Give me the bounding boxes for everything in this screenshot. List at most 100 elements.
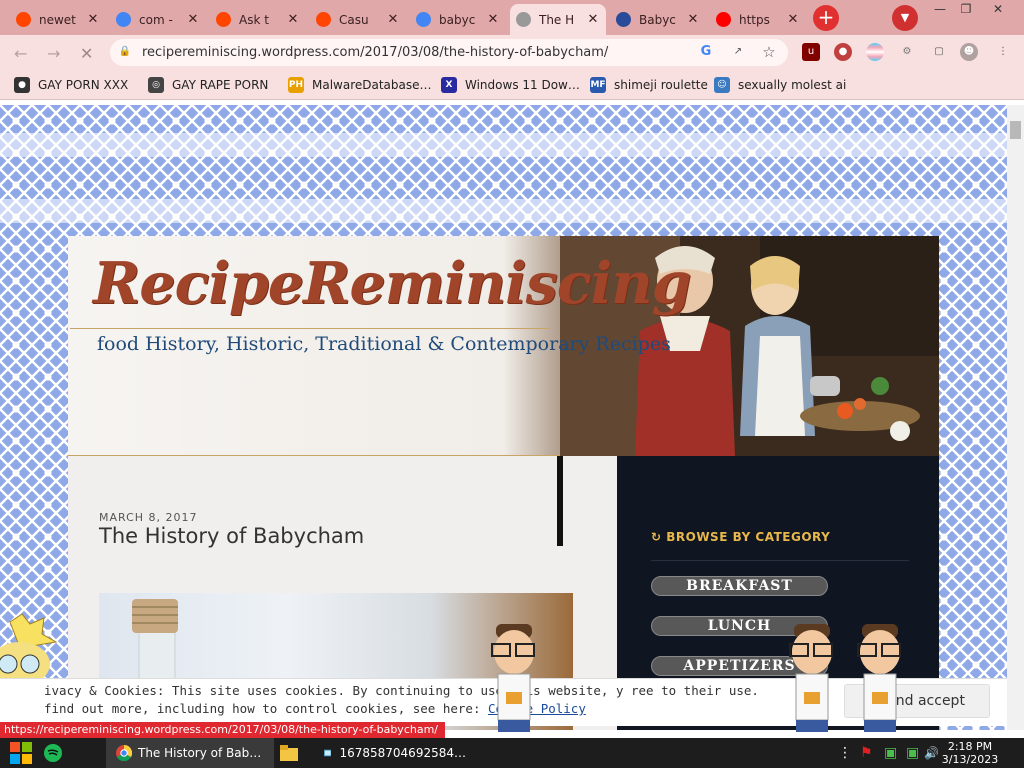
bookmark-label: Windows 11 Dow… bbox=[465, 78, 580, 92]
scrollbar[interactable] bbox=[1007, 105, 1024, 730]
header-rule bbox=[70, 328, 550, 329]
bookmark-4[interactable]: MF shimeji roulette bbox=[590, 77, 708, 93]
tray-flag-icon[interactable]: ⚑ bbox=[860, 738, 873, 768]
tab-0[interactable]: newet ✕ bbox=[10, 4, 106, 35]
cookie-text: ivacy & Cookies: This site uses cookies.… bbox=[44, 682, 759, 718]
tray-security-icon[interactable]: ▣ bbox=[906, 738, 919, 768]
tab-title: newet bbox=[39, 12, 76, 27]
close-tab-icon[interactable]: ✕ bbox=[386, 12, 400, 27]
close-tab-icon[interactable]: ✕ bbox=[586, 12, 600, 27]
bookmark-1[interactable]: ◎ GAY RAPE PORN bbox=[148, 77, 268, 93]
url-text[interactable]: recipereminiscing.wordpress.com/2017/03/… bbox=[142, 45, 608, 60]
scrollbar-thumb[interactable] bbox=[1010, 121, 1021, 139]
tab-7[interactable]: https ✕ bbox=[710, 4, 806, 35]
minimize-icon[interactable]: — bbox=[928, 1, 952, 17]
ph-icon: PH bbox=[288, 77, 304, 93]
sidebar-heading-label: BROWSE BY CATEGORY bbox=[666, 530, 831, 544]
loading-icon bbox=[516, 12, 531, 27]
close-tab-icon[interactable]: ✕ bbox=[486, 12, 500, 27]
image-viewer-icon bbox=[324, 749, 332, 757]
globe-icon: ◎ bbox=[148, 77, 164, 93]
tray-network-icon[interactable]: ▣ bbox=[884, 738, 897, 768]
github-icon: ● bbox=[14, 77, 30, 93]
tab-title: Casu bbox=[339, 12, 369, 27]
mf-icon: MF bbox=[590, 77, 606, 93]
close-tab-icon[interactable]: ✕ bbox=[186, 12, 200, 27]
ublock-icon[interactable]: u bbox=[802, 43, 820, 61]
close-tab-icon[interactable]: ✕ bbox=[686, 12, 700, 27]
close-tab-icon[interactable]: ✕ bbox=[786, 12, 800, 27]
taskbar-chrome-window[interactable]: The History of Bab… bbox=[106, 738, 274, 768]
clock-time: 2:18 PM bbox=[947, 740, 993, 753]
extensions-icon[interactable]: ⚙ bbox=[898, 43, 916, 61]
lock-icon[interactable]: 🔒 bbox=[116, 43, 134, 61]
tab-search-icon[interactable]: ▼ bbox=[892, 5, 918, 31]
category-breakfast[interactable]: BREAKFAST bbox=[651, 576, 828, 596]
stop-icon[interactable]: ✕ bbox=[80, 44, 93, 63]
close-and-accept-button[interactable]: Cl and accept bbox=[844, 684, 990, 718]
tray-volume-icon[interactable]: 🔊 bbox=[924, 738, 939, 768]
spotify-icon[interactable] bbox=[44, 738, 62, 768]
taskbar-clock[interactable]: 2:18 PM 3/13/2023 bbox=[940, 740, 1000, 766]
tab-title: Ask t bbox=[239, 12, 269, 27]
google-lens-icon[interactable]: G bbox=[697, 43, 715, 61]
share-icon[interactable]: ↗ bbox=[729, 43, 747, 61]
cookie-line-1: ivacy & Cookies: This site uses cookies.… bbox=[44, 683, 759, 698]
close-tab-icon[interactable]: ✕ bbox=[286, 12, 300, 27]
column-divider bbox=[557, 456, 563, 546]
tab-title: https bbox=[739, 12, 770, 27]
site-tagline: food History, Historic, Traditional & Co… bbox=[97, 333, 671, 355]
back-icon[interactable]: ← bbox=[14, 44, 27, 63]
x-icon: X bbox=[441, 77, 457, 93]
taskbar-chrome-label: The History of Bab… bbox=[138, 746, 262, 760]
tray-overflow-icon[interactable]: ⋮ bbox=[838, 738, 852, 768]
bookmark-3[interactable]: X Windows 11 Dow… bbox=[441, 77, 580, 93]
tab-title: The H bbox=[539, 12, 575, 27]
cookie-policy-link[interactable]: Cookie Policy bbox=[488, 701, 586, 716]
tab-4[interactable]: babyc ✕ bbox=[410, 4, 506, 35]
extension-avatar-icon[interactable]: ● bbox=[834, 43, 852, 61]
google-icon bbox=[416, 12, 431, 27]
bookmark-label: MalwareDatabase… bbox=[312, 78, 432, 92]
reddit-icon bbox=[316, 12, 331, 27]
post-date[interactable]: MARCH 8, 2017 bbox=[99, 511, 198, 524]
side-panel-icon[interactable]: ▢ bbox=[930, 43, 948, 61]
youtube-icon bbox=[716, 12, 731, 27]
tab-5[interactable]: The H ✕ bbox=[510, 4, 606, 35]
profile-icon[interactable]: ☻ bbox=[960, 43, 978, 61]
cookie-line-2: find out more, including how to control … bbox=[44, 700, 759, 718]
tab-2[interactable]: Ask t ✕ bbox=[210, 4, 306, 35]
taskbar-image-window[interactable]: 167858704692584… bbox=[316, 738, 466, 768]
menu-icon[interactable]: ⋮ bbox=[994, 43, 1012, 61]
close-tab-icon[interactable]: ✕ bbox=[86, 12, 100, 27]
clock-date: 3/13/2023 bbox=[941, 753, 999, 766]
bookmark-label: GAY RAPE PORN bbox=[172, 78, 269, 92]
site-brand[interactable]: RecipeReminiscing bbox=[93, 250, 692, 317]
status-bar-url: https://recipereminiscing.wordpress.com/… bbox=[0, 722, 445, 738]
forward-icon[interactable]: → bbox=[47, 44, 60, 63]
bookmark-label: GAY PORN XXX bbox=[38, 78, 129, 92]
reddit-icon bbox=[216, 12, 231, 27]
bookmark-2[interactable]: PH MalwareDatabase… bbox=[288, 77, 432, 93]
tab-6[interactable]: Babyc ✕ bbox=[610, 4, 706, 35]
chrome-icon bbox=[116, 745, 132, 761]
bookmark-5[interactable]: ☺ sexually molest ai bbox=[714, 77, 846, 93]
taskbar-image-label: 167858704692584… bbox=[339, 746, 466, 760]
post-title: The History of Babycham bbox=[99, 524, 365, 548]
tab-3[interactable]: Casu ✕ bbox=[310, 4, 406, 35]
file-explorer-icon[interactable] bbox=[280, 738, 298, 768]
flag-extension-icon[interactable] bbox=[866, 43, 884, 61]
bookmark-label: shimeji roulette bbox=[614, 78, 708, 92]
bookmark-0[interactable]: ● GAY PORN XXX bbox=[14, 77, 128, 93]
restore-icon[interactable]: ❐ bbox=[954, 1, 978, 17]
character-icon: ☺ bbox=[714, 77, 730, 93]
sidebar-rule bbox=[651, 560, 909, 561]
bookmark-star-icon[interactable]: ☆ bbox=[760, 43, 778, 61]
close-window-icon[interactable]: ✕ bbox=[986, 1, 1010, 17]
tab-title: babyc bbox=[439, 12, 476, 27]
start-icon[interactable] bbox=[10, 738, 32, 768]
sidebar-heading: ↻ BROWSE BY CATEGORY bbox=[651, 530, 831, 544]
tab-1[interactable]: com - ✕ bbox=[110, 4, 206, 35]
new-tab-button[interactable]: + bbox=[813, 5, 839, 31]
tab-title: com - bbox=[139, 12, 173, 27]
